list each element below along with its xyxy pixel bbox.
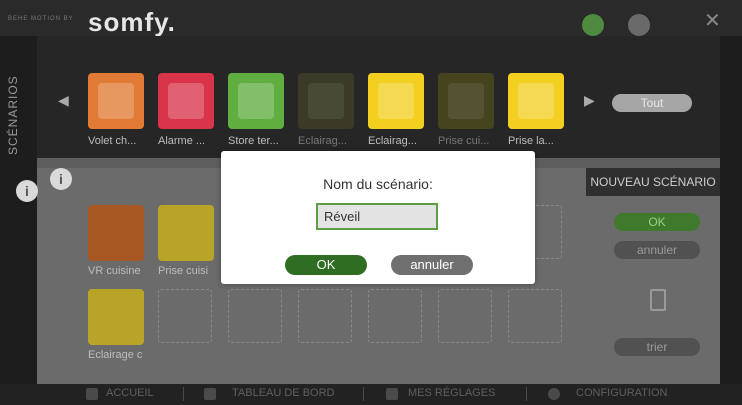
device-label: Eclairag... — [298, 135, 347, 147]
user-icon — [386, 388, 398, 400]
scenario-cancel-button[interactable]: annuler — [614, 241, 700, 259]
carousel-prev-icon[interactable]: ◀ — [58, 92, 69, 109]
device-tile[interactable] — [158, 73, 214, 129]
nav-dashboard[interactable]: TABLEAU DE BORD — [232, 387, 335, 399]
scenario-item-label: VR cuisine — [88, 265, 141, 277]
device-label: Prise cui... — [438, 135, 490, 147]
nav-home[interactable]: ACCUEIL — [106, 387, 154, 399]
scenario-item-label: Prise cuisi — [158, 265, 209, 277]
new-scenario-title: NOUVEAU SCÉNARIO — [586, 168, 720, 196]
plug-icon — [518, 83, 554, 119]
user-icon[interactable] — [628, 14, 650, 36]
device-tile[interactable] — [508, 73, 564, 129]
sidebar-label: SCÉNARIOS — [6, 75, 20, 155]
device-tile[interactable] — [368, 73, 424, 129]
brand-logo: somfy. — [88, 7, 176, 37]
awning-icon — [238, 83, 274, 119]
sort-button[interactable]: trier — [614, 338, 700, 356]
device-label: Eclairag... — [368, 135, 417, 147]
dialog-title: Nom du scénario: — [323, 176, 433, 192]
brand-tagline: BEHE MOTION BY — [8, 16, 74, 22]
device-label: Alarme ... — [158, 135, 206, 147]
device-label: Prise la... — [508, 135, 554, 147]
dashboard-icon — [204, 388, 216, 400]
scenario-name-dialog: Nom du scénario: OK annuler — [221, 151, 535, 284]
trash-icon[interactable] — [650, 289, 666, 311]
empty-slot[interactable] — [508, 289, 562, 343]
dialog-ok-button[interactable]: OK — [285, 255, 367, 275]
empty-slot[interactable] — [158, 289, 212, 343]
home-icon — [86, 388, 98, 400]
scenario-item-label: Eclairage c — [88, 349, 143, 361]
device-label: Store ter... — [228, 135, 279, 147]
light-bulb-icon — [378, 83, 414, 119]
nav-divider — [183, 387, 184, 401]
light-bulb-icon — [308, 83, 344, 119]
dialog-cancel-button[interactable]: annuler — [391, 255, 473, 275]
nav-divider — [526, 387, 527, 401]
empty-slot[interactable] — [438, 289, 492, 343]
scenario-item-tile[interactable] — [158, 205, 214, 261]
nav-divider — [363, 387, 364, 401]
device-tile[interactable] — [298, 73, 354, 129]
close-icon[interactable]: ✕ — [704, 8, 726, 32]
device-label: Volet ch... — [88, 135, 137, 147]
plug-icon — [448, 83, 484, 119]
gear-icon — [548, 388, 560, 400]
nav-configuration[interactable]: CONFIGURATION — [576, 387, 667, 399]
empty-slot[interactable] — [368, 289, 422, 343]
filter-all-button[interactable]: Tout — [612, 94, 692, 112]
shutter-icon — [98, 83, 134, 119]
empty-slot[interactable] — [298, 289, 352, 343]
scenario-item-tile[interactable] — [88, 205, 144, 261]
info-icon[interactable]: i — [16, 180, 38, 202]
device-tile[interactable] — [88, 73, 144, 129]
scenario-name-input[interactable] — [316, 203, 438, 230]
nav-settings[interactable]: MES RÉGLAGES — [408, 387, 495, 399]
device-tile[interactable] — [438, 73, 494, 129]
notification-icon[interactable] — [582, 14, 604, 36]
alarm-icon — [168, 83, 204, 119]
scenario-ok-button[interactable]: OK — [614, 213, 700, 231]
device-tile[interactable] — [228, 73, 284, 129]
carousel-next-icon[interactable]: ▶ — [584, 92, 595, 109]
info-icon[interactable]: i — [50, 168, 72, 190]
scenario-item-tile[interactable] — [88, 289, 144, 345]
empty-slot[interactable] — [228, 289, 282, 343]
